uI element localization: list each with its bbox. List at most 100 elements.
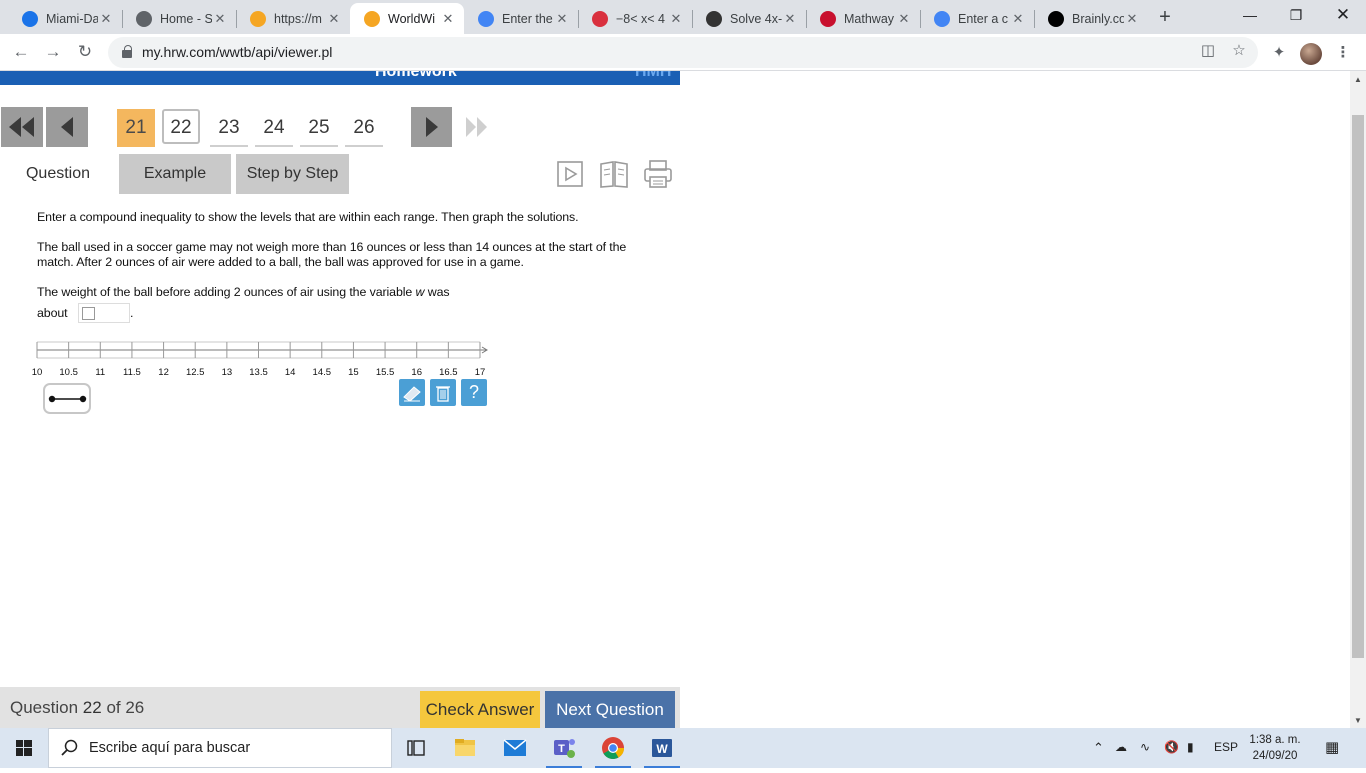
brainly-icon [1048, 10, 1064, 27]
question-number-24[interactable]: 24 [255, 109, 293, 147]
restore-button[interactable]: ❐ [1273, 0, 1319, 32]
minimize-button[interactable]: — [1227, 0, 1273, 32]
windows-logo-icon [16, 740, 32, 756]
volume-muted-icon[interactable]: 🔇 [1164, 740, 1179, 754]
new-tab-button[interactable]: + [1154, 6, 1176, 28]
question-number-21[interactable]: 21 [117, 109, 155, 147]
number-line-label: 14.5 [313, 367, 332, 378]
answer-input[interactable] [78, 303, 130, 323]
eraser-icon [403, 386, 421, 402]
last-question-button[interactable] [458, 107, 494, 147]
teams-button[interactable]: T [540, 728, 588, 768]
browser-tab[interactable]: Miami-Da ✕ [8, 3, 122, 34]
url-text[interactable]: my.hrw.com/wwtb/api/viewer.pl [142, 44, 332, 60]
browser-tab-title: Solve 4x- [730, 11, 782, 26]
question-total: of 26 [106, 698, 145, 717]
chrome-icon [602, 737, 624, 759]
number-line[interactable]: 10 10.5 11 11.5 12 12.5 13 13.5 14 14.5 15 15.5 16 16… [30, 336, 500, 384]
language-indicator[interactable]: ESP [1214, 740, 1238, 754]
task-view-button[interactable] [392, 728, 440, 768]
browser-tab[interactable]: Enter the ✕ [464, 3, 578, 34]
ebook-icon[interactable] [596, 156, 632, 192]
number-line-label: 13 [222, 367, 233, 378]
taskbar-search-placeholder: Escribe aquí para buscar [89, 740, 251, 756]
scroll-down-arrow-icon[interactable]: ▼ [1354, 716, 1362, 725]
tray-chevron-up-icon[interactable]: ⌃ [1093, 740, 1104, 756]
browser-tab-title: −8< x< 4 [616, 11, 665, 26]
check-answer-button[interactable]: Check Answer [420, 691, 540, 728]
trash-icon [436, 386, 450, 402]
browser-tab-title: Mathway [844, 11, 895, 26]
scroll-up-arrow-icon[interactable]: ▲ [1354, 75, 1362, 84]
taskbar-clock[interactable]: 1:38 a. m. 24/09/20 [1240, 732, 1310, 764]
battery-icon[interactable]: ▮ [1187, 740, 1194, 754]
close-tab-icon[interactable]: ✕ [668, 11, 684, 27]
question-number-22[interactable]: 22 [162, 109, 200, 144]
wifi-icon[interactable]: ∿ [1140, 740, 1150, 754]
question-number-25[interactable]: 25 [300, 109, 338, 147]
browser-tab[interactable]: WorldWi ✕ [350, 3, 464, 34]
hmh-logo: HMH [635, 71, 672, 80]
google-icon [934, 10, 950, 27]
question-number-26[interactable]: 26 [345, 109, 383, 147]
close-tab-icon[interactable]: ✕ [554, 11, 570, 27]
close-tab-icon[interactable]: ✕ [326, 11, 342, 27]
orange-dot-icon [364, 10, 380, 27]
close-tab-icon[interactable]: ✕ [896, 11, 912, 27]
browser-tab[interactable]: https://m ✕ [236, 3, 350, 34]
delete-button[interactable] [430, 379, 456, 406]
segment-tool-button[interactable] [43, 383, 91, 414]
close-tab-icon[interactable]: ✕ [212, 11, 228, 27]
extensions-icon[interactable]: ✦ [1269, 43, 1289, 63]
question-number-23[interactable]: 23 [210, 109, 248, 147]
print-icon[interactable] [640, 156, 676, 192]
close-window-button[interactable]: ✕ [1320, 0, 1366, 32]
scrollbar-thumb[interactable] [1352, 115, 1364, 658]
previous-question-button[interactable] [46, 107, 88, 147]
profile-avatar[interactable] [1300, 43, 1322, 65]
double-right-arrow-icon [466, 117, 487, 137]
chrome-menu-icon[interactable]: ⋮ [1333, 43, 1353, 63]
close-tab-icon[interactable]: ✕ [1010, 11, 1026, 27]
browser-tab[interactable]: Home - S ✕ [122, 3, 236, 34]
video-play-icon[interactable] [552, 156, 588, 192]
task-view-icon [407, 740, 425, 756]
reload-button[interactable]: ↻ [73, 41, 97, 65]
browser-tab[interactable]: −8< x< 4 ✕ [578, 3, 692, 34]
back-button[interactable]: ← [9, 41, 33, 65]
tab-question[interactable]: Question [12, 154, 104, 194]
close-tab-icon[interactable]: ✕ [98, 11, 114, 27]
notifications-icon[interactable]: ▦ [1325, 738, 1339, 756]
forward-button[interactable]: → [41, 41, 65, 65]
bookmark-star-icon[interactable]: ☆ [1229, 41, 1249, 61]
eraser-button[interactable] [399, 379, 425, 406]
page-scrollbar[interactable]: ▲ ▼ [1350, 71, 1366, 728]
address-bar[interactable]: my.hrw.com/wwtb/api/viewer.pl ◫ ☆ [108, 37, 1258, 68]
globe-icon [136, 10, 152, 27]
browser-tab[interactable]: Mathway ✕ [806, 3, 920, 34]
mail-button[interactable] [491, 728, 539, 768]
browser-tab[interactable]: Solve 4x- ✕ [692, 3, 806, 34]
onedrive-cloud-icon[interactable]: ☁ [1115, 740, 1127, 754]
chrome-taskbar-button[interactable] [589, 728, 637, 768]
browser-tab-title: Enter the [502, 11, 553, 26]
question-problem: The ball used in a soccer game may not w… [37, 240, 627, 269]
tab-example[interactable]: Example [119, 154, 231, 194]
close-tab-icon[interactable]: ✕ [440, 11, 456, 27]
first-question-button[interactable] [1, 107, 43, 147]
taskbar-search[interactable]: Escribe aquí para buscar [48, 728, 392, 768]
help-button[interactable]: ? [461, 379, 487, 406]
tab-step-by-step[interactable]: Step by Step [236, 154, 349, 194]
next-question-arrow-button[interactable] [411, 107, 452, 147]
file-explorer-button[interactable] [441, 728, 489, 768]
word-button[interactable]: W [638, 728, 686, 768]
next-question-button[interactable]: Next Question [545, 691, 675, 728]
close-tab-icon[interactable]: ✕ [782, 11, 798, 27]
mathway-icon [820, 10, 836, 27]
browser-tab[interactable]: Brainly.co ✕ [1034, 3, 1148, 34]
browser-tab[interactable]: Enter a c ✕ [920, 3, 1034, 34]
translate-icon[interactable]: ◫ [1198, 41, 1218, 61]
close-tab-icon[interactable]: ✕ [1124, 11, 1140, 27]
browser-tab-title: https://m [274, 11, 322, 26]
start-button[interactable] [0, 728, 48, 768]
